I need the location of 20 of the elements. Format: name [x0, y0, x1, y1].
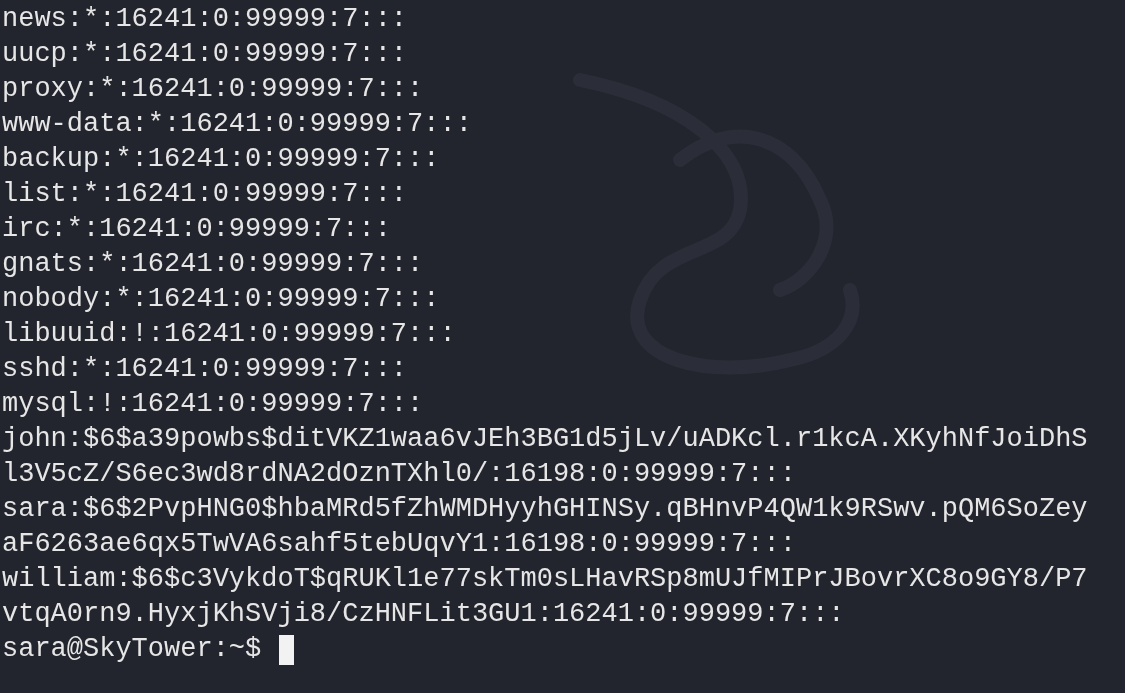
terminal-line: uucp:*:16241:0:99999:7::: — [2, 38, 408, 71]
terminal-line: list:*:16241:0:99999:7::: — [2, 178, 408, 211]
terminal-line: l3V5cZ/S6ec3wd8rdNA2dOznTXhl0/:16198:0:99999:7::: — [2, 458, 796, 491]
terminal-line: www-data:*:16241:0:99999:7::: — [2, 108, 472, 141]
terminal-line: william:$6$c3VykdoT$qRUKl1e77skTm0sLHavRSp8mUJfMIPrJBovrXC8o9GY8/P7 — [2, 563, 1088, 596]
terminal-line: gnats:*:16241:0:99999:7::: — [2, 248, 424, 281]
terminal-line: sshd:*:16241:0:99999:7::: — [2, 353, 408, 386]
terminal-line: libuuid:!:16241:0:99999:7::: — [2, 318, 456, 351]
terminal-line: aF6263ae6qx5TwVA6sahf5tebUqvY1:16198:0:99999:7::: — [2, 528, 796, 561]
terminal-line: proxy:*:16241:0:99999:7::: — [2, 73, 424, 106]
terminal-line: irc:*:16241:0:99999:7::: — [2, 213, 391, 246]
terminal-line: john:$6$a39powbs$ditVKZ1waa6vJEh3BG1d5jLv/uADKcl.r1kcA.XKyhNfJoiDhS — [2, 423, 1088, 456]
shell-prompt: sara@SkyTower:~$ — [2, 633, 262, 666]
text-cursor — [279, 634, 295, 665]
terminal-line: sara:$6$2PvpHNG0$hbaMRd5fZhWMDHyyhGHINSy.qBHnvP4QW1k9RSwv.pQM6SoZey — [2, 493, 1088, 526]
terminal-line: news:*:16241:0:99999:7::: — [2, 3, 408, 36]
terminal-line: backup:*:16241:0:99999:7::: — [2, 143, 440, 176]
terminal-line: mysql:!:16241:0:99999:7::: — [2, 388, 424, 421]
terminal-line: nobody:*:16241:0:99999:7::: — [2, 283, 440, 316]
terminal-line: vtqA0rn9.HyxjKhSVji8/CzHNFLit3GU1:16241:0:99999:7::: — [2, 598, 845, 631]
